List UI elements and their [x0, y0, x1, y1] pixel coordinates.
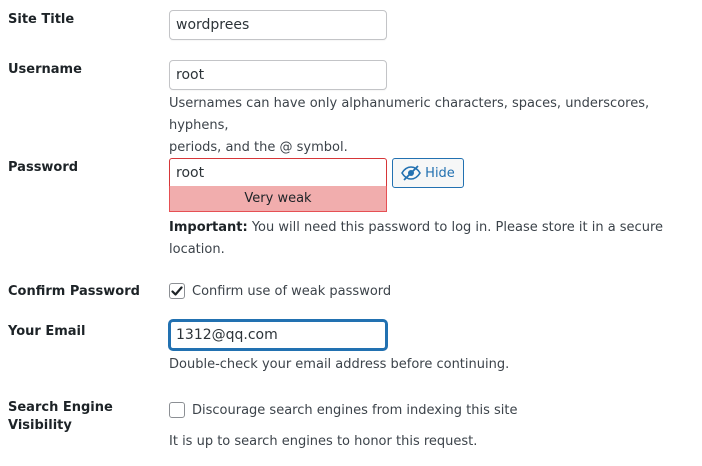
important-label: Important:	[169, 220, 248, 235]
confirm-weak-password-checkbox[interactable]	[169, 283, 185, 299]
email-description: Double-check your email address before c…	[169, 357, 510, 372]
password-important-line2: location.	[169, 242, 225, 257]
eye-slash-icon	[401, 165, 422, 181]
username-label: Username	[8, 62, 82, 77]
discourage-search-label: Discourage search engines from indexing …	[192, 402, 518, 418]
site-title-label: Site Title	[8, 12, 75, 27]
password-strength-meter: Very weak	[169, 186, 387, 212]
site-title-input[interactable]	[169, 10, 387, 40]
discourage-search-checkbox[interactable]	[169, 402, 185, 418]
hide-password-button[interactable]: Hide	[392, 158, 464, 188]
username-description-line1: Usernames can have only alphanumeric cha…	[169, 96, 650, 133]
confirm-weak-password-label: Confirm use of weak password	[192, 283, 392, 299]
email-input[interactable]	[169, 320, 387, 350]
important-text: You will need this password to log in. P…	[247, 220, 664, 235]
password-label: Password	[8, 160, 79, 175]
hide-password-label: Hide	[425, 165, 455, 181]
username-description: Usernames can have only alphanumeric cha…	[169, 93, 702, 159]
discourage-search-row[interactable]: Discourage search engines from indexing …	[169, 402, 518, 418]
search-visibility-label-line2: Visibility	[8, 418, 72, 433]
search-visibility-label: Search Engine Visibility	[8, 399, 113, 435]
search-visibility-label-line1: Search Engine	[8, 400, 113, 415]
password-input[interactable]	[169, 158, 387, 188]
password-important-note: Important: You will need this password t…	[169, 217, 663, 261]
confirm-weak-password-row[interactable]: Confirm use of weak password	[169, 283, 391, 299]
email-label: Your Email	[8, 324, 86, 339]
search-visibility-description: It is up to search engines to honor this…	[169, 434, 478, 449]
username-description-line2: periods, and the @ symbol.	[169, 140, 348, 155]
checkmark-icon	[171, 286, 183, 296]
install-form: Site Title Username Usernames can have o…	[0, 0, 702, 466]
username-input[interactable]	[169, 60, 387, 90]
password-important-line1: Important: You will need this password t…	[169, 217, 663, 239]
confirm-password-label: Confirm Password	[8, 284, 140, 299]
